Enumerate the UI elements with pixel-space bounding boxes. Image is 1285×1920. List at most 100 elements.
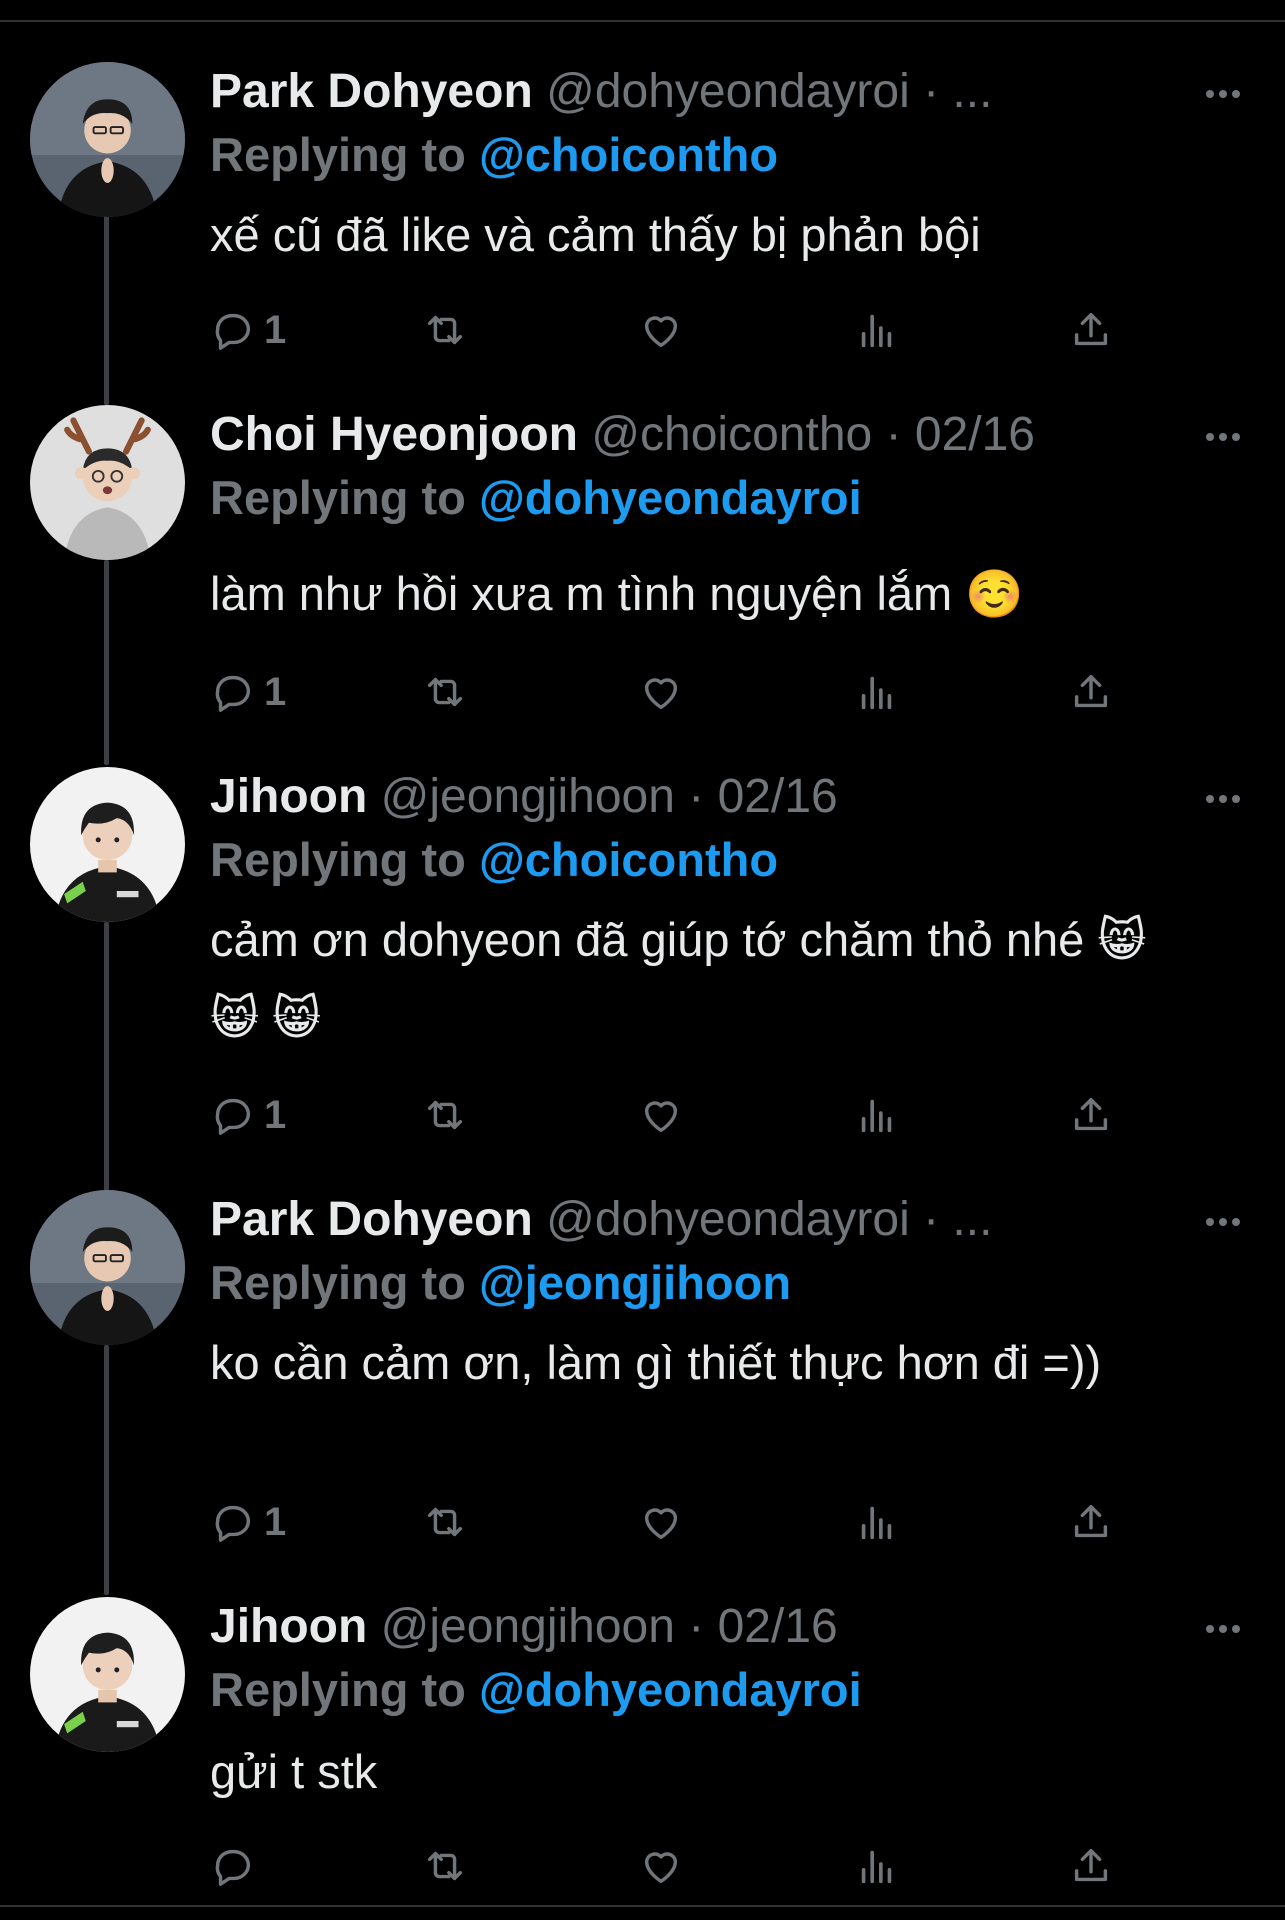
avatar[interactable]	[30, 767, 185, 922]
display-name[interactable]: Park Dohyeon	[210, 1193, 533, 1246]
thread-connector	[104, 560, 109, 765]
tweet-time[interactable]: · ...	[923, 65, 992, 118]
share-button[interactable]	[1068, 664, 1114, 720]
reply-bubble-icon	[215, 1849, 251, 1886]
replying-to-handle[interactable]: @dohyeondayroi	[479, 1663, 862, 1716]
person-team-jersey-avatar	[30, 767, 185, 922]
heart-icon	[644, 316, 678, 348]
reply-button[interactable]	[210, 1838, 264, 1894]
share-button[interactable]	[1068, 1087, 1114, 1143]
heart-icon	[644, 1101, 678, 1133]
replying-to-label: Replying to	[210, 833, 466, 886]
reply-bubble-icon	[215, 1098, 251, 1135]
tweet-time[interactable]: · 02/16	[688, 770, 837, 823]
tweet-text: xế cũ đã like và cảm thấy bị phản bội	[210, 208, 981, 261]
like-button[interactable]	[638, 1494, 684, 1550]
analytics-bars-icon	[861, 676, 892, 710]
tweet-time[interactable]: · 02/16	[688, 1600, 837, 1653]
tweet-header: Choi Hyeonjoon @choicontho · 02/16	[210, 405, 1035, 465]
person-dark-jacket-avatar	[30, 1190, 185, 1345]
avatar[interactable]	[30, 1190, 185, 1345]
analytics-bars-icon	[861, 1850, 892, 1884]
tweet-actions: 1	[210, 1494, 1130, 1550]
share-upload-icon	[1074, 1504, 1108, 1538]
share-upload-icon	[1074, 1848, 1108, 1882]
reply-button[interactable]: 1	[210, 664, 286, 720]
views-button[interactable]	[854, 302, 900, 358]
share-button[interactable]	[1068, 302, 1114, 358]
replying-to-label: Replying to	[210, 128, 466, 181]
reply-bubble-icon	[215, 1505, 251, 1542]
bottom-divider	[0, 1905, 1285, 1907]
views-button[interactable]	[854, 1087, 900, 1143]
views-button[interactable]	[854, 1494, 900, 1550]
retweet-button[interactable]	[422, 1494, 468, 1550]
replying-to-label: Replying to	[210, 471, 466, 524]
like-button[interactable]	[638, 1087, 684, 1143]
thread-connector	[104, 922, 109, 1192]
user-handle[interactable]: @jeongjihoon	[381, 1600, 675, 1653]
views-button[interactable]	[854, 664, 900, 720]
like-button[interactable]	[638, 302, 684, 358]
replying-to-handle[interactable]: @choicontho	[479, 128, 778, 181]
more-dots-icon[interactable]	[1198, 1202, 1248, 1242]
replying-to-label: Replying to	[210, 1663, 466, 1716]
heart-icon	[644, 1508, 678, 1540]
replying-to: Replying to @dohyeondayroi	[210, 1660, 862, 1720]
like-button[interactable]	[638, 664, 684, 720]
tweet-time[interactable]: · ...	[923, 1193, 992, 1246]
display-name[interactable]: Choi Hyeonjoon	[210, 408, 578, 461]
reply-button[interactable]: 1	[210, 1087, 286, 1143]
more-dots-icon[interactable]	[1198, 417, 1248, 457]
share-upload-icon	[1074, 312, 1108, 346]
tweet-text: gửi t stk	[210, 1745, 378, 1798]
display-name[interactable]: Jihoon	[210, 770, 367, 823]
tweet-text: cảm ơn dohyeon đã giúp tớ chăm thỏ nhé 😸…	[210, 913, 1147, 1044]
share-button[interactable]	[1068, 1838, 1114, 1894]
reply-button[interactable]: 1	[210, 302, 286, 358]
tweet-actions: 1	[210, 1087, 1130, 1143]
person-team-jersey-avatar	[30, 1597, 185, 1752]
person-dark-jacket-avatar	[30, 62, 185, 217]
user-handle[interactable]: @jeongjihoon	[381, 770, 675, 823]
heart-icon	[644, 678, 678, 710]
share-upload-icon	[1074, 1097, 1108, 1131]
user-handle[interactable]: @dohyeondayroi	[546, 65, 910, 118]
display-name[interactable]: Jihoon	[210, 1600, 367, 1653]
reply-count: 1	[264, 669, 287, 714]
avatar[interactable]	[30, 62, 185, 217]
views-button[interactable]	[854, 1838, 900, 1894]
share-button[interactable]	[1068, 1494, 1114, 1550]
reply-button[interactable]: 1	[210, 1494, 286, 1550]
tweet-actions	[210, 1838, 1130, 1894]
like-button[interactable]	[638, 1838, 684, 1894]
more-dots-icon[interactable]	[1198, 74, 1248, 114]
thread-connector	[104, 215, 109, 405]
reply-bubble-icon	[215, 313, 251, 350]
avatar[interactable]	[30, 1597, 185, 1752]
replying-to-handle[interactable]: @dohyeondayroi	[479, 471, 862, 524]
tweet-time[interactable]: · 02/16	[886, 408, 1035, 461]
more-dots-icon[interactable]	[1198, 779, 1248, 819]
retweet-button[interactable]	[422, 664, 468, 720]
replying-to: Replying to @choicontho	[210, 125, 778, 185]
tweet-header: Jihoon @jeongjihoon · 02/16	[210, 1597, 838, 1657]
reply-count: 1	[264, 307, 287, 352]
replying-to-handle[interactable]: @jeongjihoon	[479, 1256, 791, 1309]
more-dots-icon[interactable]	[1198, 1609, 1248, 1649]
retweet-button[interactable]	[422, 1087, 468, 1143]
user-handle[interactable]: @choicontho	[591, 408, 872, 461]
replying-to: Replying to @jeongjihoon	[210, 1253, 791, 1313]
replying-to-handle[interactable]: @choicontho	[479, 833, 778, 886]
display-name[interactable]: Park Dohyeon	[210, 65, 533, 118]
tweet-text: ko cần cảm ơn, làm gì thiết thực hơn đi …	[210, 1336, 1102, 1389]
analytics-bars-icon	[861, 1099, 892, 1133]
tweet-actions: 1	[210, 302, 1130, 358]
retweet-button[interactable]	[422, 1838, 468, 1894]
retweet-button[interactable]	[422, 302, 468, 358]
user-handle[interactable]: @dohyeondayroi	[546, 1193, 910, 1246]
top-divider	[0, 20, 1285, 22]
replying-to: Replying to @dohyeondayroi	[210, 468, 862, 528]
replying-to-label: Replying to	[210, 1256, 466, 1309]
avatar[interactable]	[30, 405, 185, 560]
